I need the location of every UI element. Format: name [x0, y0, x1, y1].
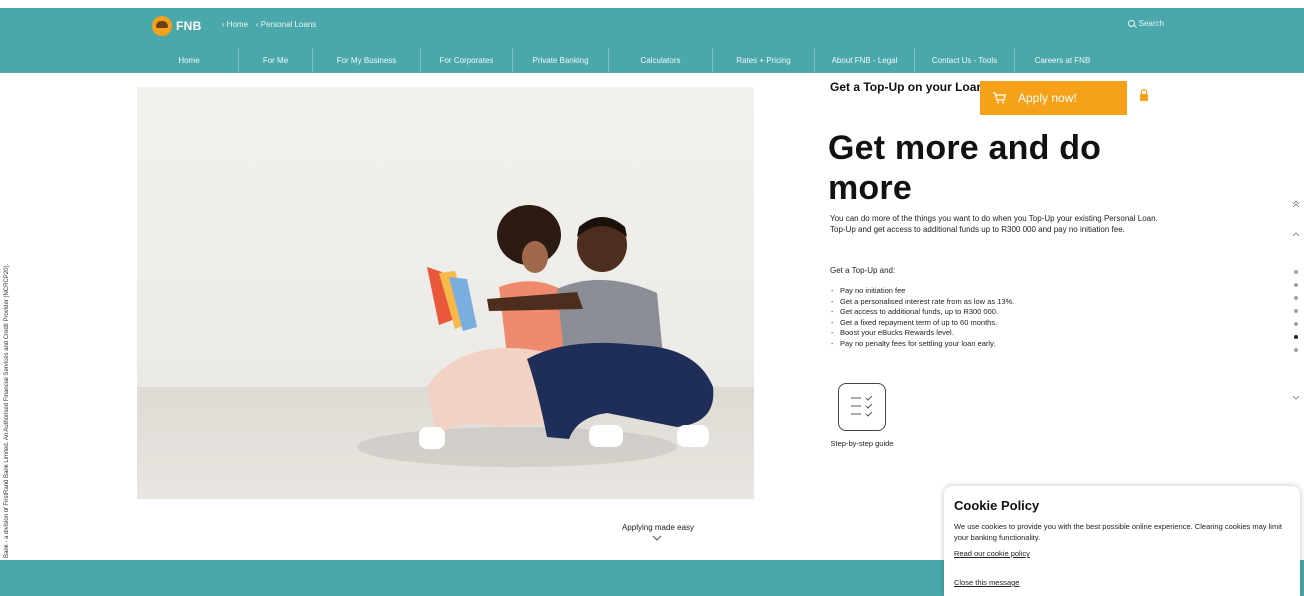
man-jeans	[527, 342, 714, 439]
nav-private-banking[interactable]: Private Banking	[512, 48, 608, 72]
nav-calculators[interactable]: Calculators	[608, 48, 712, 72]
rail-dot-active[interactable]	[1294, 335, 1298, 339]
man-shoe-1	[589, 425, 623, 447]
step-by-step-guide-button[interactable]	[838, 383, 886, 431]
close-cookie-message-link[interactable]: Close this message	[954, 578, 1019, 587]
breadcrumb-home-label: Home	[226, 20, 249, 29]
search-label: Search	[1138, 19, 1164, 28]
woman-shoe	[419, 427, 445, 449]
breadcrumb-personal-loans-label: Personal Loans	[260, 20, 317, 29]
nav-rates-pricing[interactable]: Rates + Pricing	[712, 48, 814, 72]
lock-icon	[1140, 88, 1148, 101]
nav-for-me[interactable]: For Me	[238, 48, 312, 72]
fnb-logo[interactable]: FNB	[152, 16, 202, 36]
chevron-down-icon[interactable]	[1292, 394, 1300, 402]
get-topup-label: Get a Top-Up and:	[830, 266, 896, 275]
list-item: Boost your eBucks Rewards level.	[830, 328, 1170, 339]
rail-dot[interactable]	[1294, 283, 1298, 287]
nav-for-corporates[interactable]: For Corporates	[420, 48, 512, 72]
page: FNB ‹ Home ‹ Personal Loans Search Home Fo…	[0, 0, 1304, 596]
breadcrumb-home[interactable]: ‹ Home	[222, 20, 248, 29]
chevron-left-icon: ‹	[222, 20, 225, 29]
rail-dot[interactable]	[1294, 322, 1298, 326]
cookie-text: We use cookies to provide you with the b…	[954, 522, 1282, 542]
cookie-title: Cookie Policy	[954, 498, 1040, 513]
benefit-list: Pay no initiation fee Get a personalised…	[830, 286, 1170, 349]
checklist-icon	[851, 395, 873, 417]
search-button[interactable]: Search	[1127, 19, 1164, 28]
cart-icon	[993, 92, 1006, 104]
man-shoe-2	[677, 425, 709, 447]
cookie-policy-popup: Cookie Policy We use cookies to provide …	[944, 486, 1300, 596]
main-nav: Home For Me For My Business For Corporat…	[140, 48, 1172, 72]
list-item: Get access to additional funds, up to R3…	[830, 307, 1170, 318]
apply-now-label: Apply now!	[1018, 91, 1077, 105]
intro-text: You can do more of the things you want t…	[830, 214, 1158, 234]
list-item: Pay no initiation fee	[830, 286, 1170, 297]
nav-for-my-business[interactable]: For My Business	[312, 48, 420, 72]
list-item: Get a personalised interest rate from as…	[830, 297, 1170, 308]
breadcrumb: ‹ Home ‹ Personal Loans	[222, 20, 316, 29]
search-icon	[1127, 20, 1135, 27]
rail-dot[interactable]	[1294, 309, 1298, 313]
logo-text: FNB	[176, 19, 202, 33]
step-by-step-guide-label: Step-by-step guide	[830, 439, 894, 448]
woman-face	[522, 241, 548, 273]
rail-dot[interactable]	[1294, 296, 1298, 300]
topup-title: Get a Top-Up on your Loan	[830, 80, 984, 94]
fnb-tree-logo-icon	[152, 16, 172, 36]
hero-image	[137, 87, 754, 499]
list-item: Get a fixed repayment term of up to 60 m…	[830, 318, 1170, 329]
chevron-up-icon[interactable]	[1292, 230, 1300, 238]
list-item: Pay no penalty fees for settling your lo…	[830, 339, 1170, 350]
nav-careers[interactable]: Careers at FNB	[1014, 48, 1110, 72]
headline: Get more and do more	[828, 129, 1102, 207]
nav-contact-us[interactable]: Contact Us - Tools	[914, 48, 1014, 72]
rail-dot[interactable]	[1294, 348, 1298, 352]
applying-made-easy-link[interactable]: Applying made easy	[588, 523, 728, 532]
double-chevron-up-icon[interactable]	[1292, 200, 1300, 208]
cookie-policy-link[interactable]: Read our cookie policy	[954, 549, 1030, 558]
legal-side-text: First National Bank - a division of Firs…	[4, 263, 10, 595]
chevron-left-icon: ‹	[256, 20, 259, 29]
nav-about-fnb[interactable]: About FNB - Legal	[814, 48, 914, 72]
rail-dot[interactable]	[1294, 270, 1298, 274]
chevron-down-icon[interactable]	[652, 533, 662, 543]
nav-home[interactable]: Home	[140, 48, 238, 72]
apply-now-button[interactable]: Apply now!	[980, 81, 1127, 115]
couple-illustration	[419, 205, 714, 449]
breadcrumb-personal-loans[interactable]: ‹ Personal Loans	[256, 20, 316, 29]
